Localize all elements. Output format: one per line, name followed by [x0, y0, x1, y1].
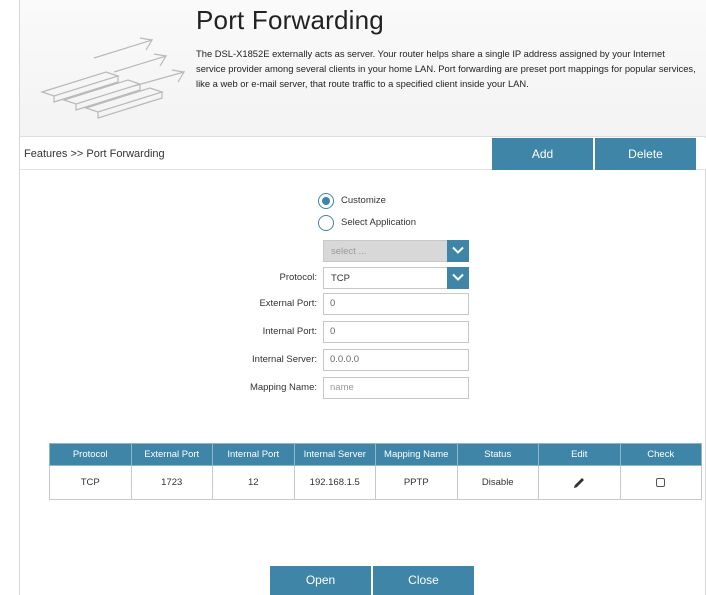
mapping-name-input[interactable]: name [323, 377, 469, 399]
page-description: The DSL-X1852E externally acts as server… [196, 48, 696, 89]
protocol-select[interactable]: TCP [323, 267, 469, 289]
row-checkbox[interactable] [656, 477, 666, 487]
application-select[interactable]: select ... [323, 240, 469, 262]
internal-server-label: Internal Server: [252, 354, 317, 365]
table-header-row: Protocol External Port Internal Port Int… [49, 443, 702, 466]
page-frame: Port Forwarding The DSL-X1852E externall… [19, 0, 706, 595]
cell-protocol: TCP [49, 465, 132, 500]
protocol-select-value: TCP [331, 273, 350, 284]
internal-server-input[interactable]: 0.0.0.0 [323, 349, 469, 371]
customize-radio[interactable] [318, 193, 334, 209]
customize-radio-label: Customize [341, 195, 386, 206]
mapping-name-label: Mapping Name: [249, 382, 317, 393]
internal-port-input[interactable]: 0 [323, 321, 469, 343]
protocol-label: Protocol: [279, 272, 318, 283]
cell-check [619, 465, 702, 500]
cell-edit [538, 465, 621, 500]
column-header: Protocol [49, 443, 132, 466]
open-button[interactable]: Open [270, 566, 371, 595]
cell-external-port: 1723 [130, 465, 213, 500]
port-forwarding-table: Protocol External Port Internal Port Int… [49, 443, 702, 500]
column-header: Status [456, 443, 539, 466]
stairs-arrows-icon [40, 37, 186, 119]
column-header: Mapping Name [375, 443, 458, 466]
table-row: TCP 1723 12 192.168.1.5 PPTP Disable [49, 465, 702, 500]
cell-mapping-name: PPTP [375, 465, 458, 500]
delete-button[interactable]: Delete [595, 138, 696, 170]
chevron-down-icon [447, 267, 469, 289]
cell-internal-port: 12 [212, 465, 295, 500]
column-header: Internal Server [293, 443, 376, 466]
column-header: Internal Port [212, 443, 295, 466]
page-title: Port Forwarding [196, 5, 384, 35]
column-header: External Port [130, 443, 213, 466]
cell-status: Disable [456, 465, 539, 500]
external-port-input[interactable]: 0 [323, 293, 469, 315]
pencil-icon[interactable] [572, 476, 586, 490]
application-select-value: select ... [331, 246, 367, 257]
cell-internal-server: 192.168.1.5 [293, 465, 376, 500]
add-button[interactable]: Add [492, 138, 593, 170]
select-application-radio-label: Select Application [341, 217, 416, 228]
internal-port-label: Internal Port: [262, 326, 317, 337]
page-header: Port Forwarding The DSL-X1852E externall… [20, 0, 706, 137]
close-button[interactable]: Close [373, 566, 474, 595]
column-header: Edit [538, 443, 621, 466]
chevron-down-icon [447, 240, 469, 262]
column-header: Check [619, 443, 702, 466]
select-application-radio[interactable] [318, 215, 334, 231]
external-port-label: External Port: [259, 298, 317, 309]
breadcrumb: Features >> Port Forwarding [24, 148, 165, 160]
